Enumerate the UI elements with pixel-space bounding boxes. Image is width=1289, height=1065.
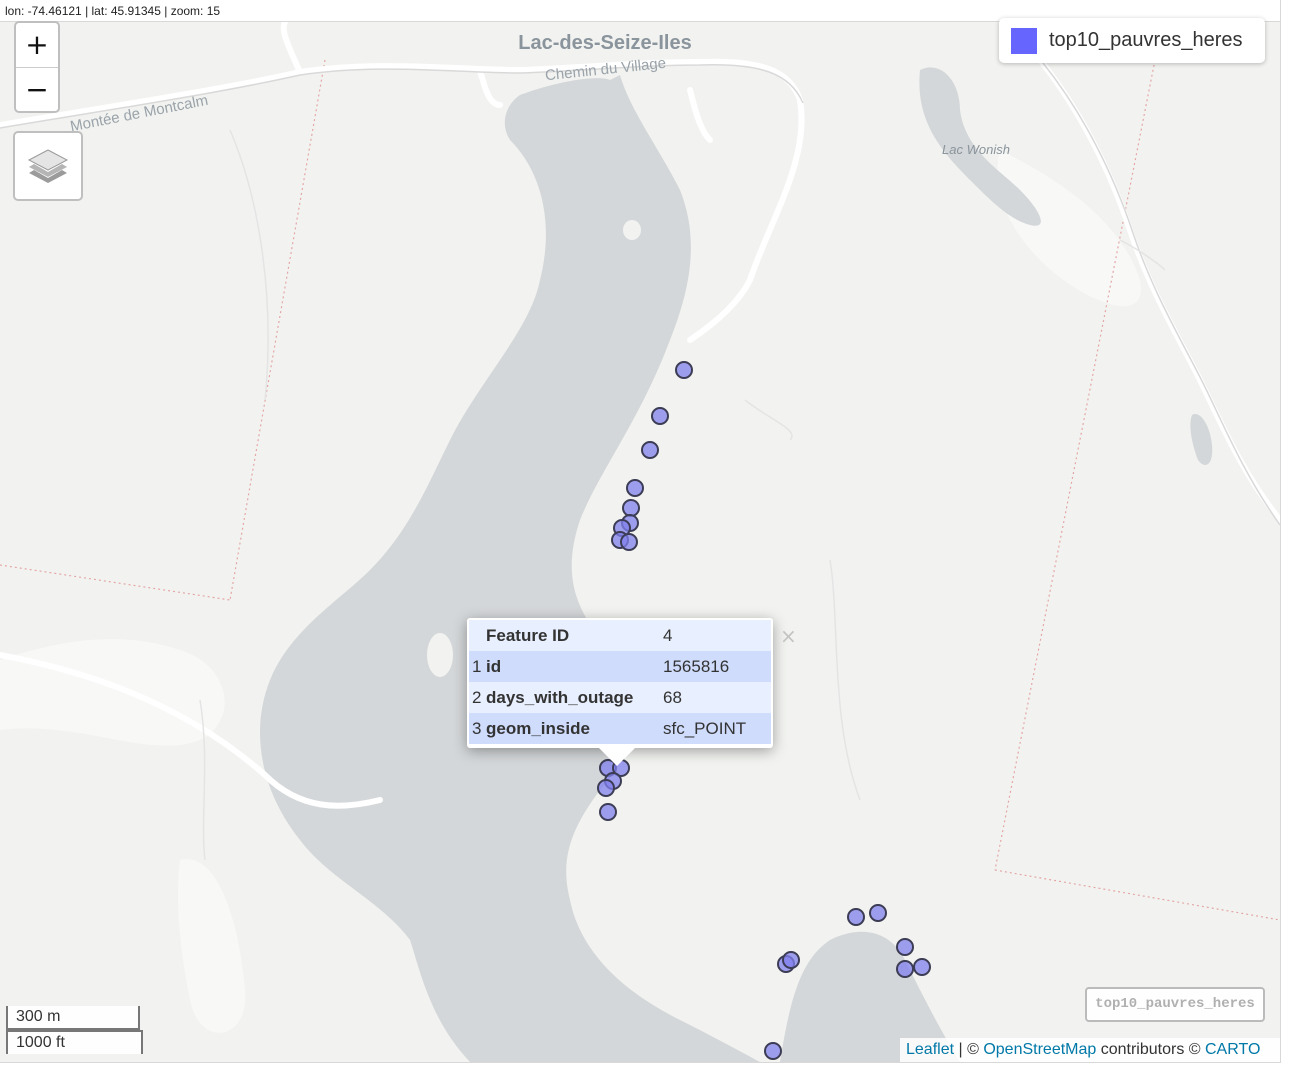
popup-row-index: 3	[472, 718, 482, 738]
popup-header-row: Feature ID 4	[469, 620, 771, 651]
legend-swatch	[1011, 28, 1037, 54]
point-marker[interactable]	[641, 441, 659, 459]
zoom-control: + −	[14, 21, 60, 113]
layers-icon	[27, 149, 69, 183]
zoom-in-button[interactable]: +	[16, 23, 58, 67]
popup-row-value: sfc_POINT	[663, 718, 747, 738]
popup-row-index: 2	[472, 687, 482, 707]
popup-row-index: 1	[472, 656, 482, 676]
popup-row-value: 68	[663, 687, 682, 707]
popup-header-value: 4	[663, 625, 673, 645]
popup-header-key: Feature ID	[486, 625, 570, 645]
island	[623, 220, 641, 240]
point-marker[interactable]	[896, 960, 914, 978]
popup-row-key: geom_inside	[486, 718, 590, 738]
popup-tip	[597, 746, 637, 766]
leaflet-link[interactable]: Leaflet	[906, 1041, 954, 1058]
point-marker[interactable]	[651, 407, 669, 425]
popup-table: Feature ID 4 1 id 1565816 2 days_with_ou…	[469, 620, 771, 744]
popup-row: 1 id 1565816	[469, 651, 771, 682]
point-marker[interactable]	[913, 958, 931, 976]
point-marker[interactable]	[847, 908, 865, 926]
point-marker[interactable]	[620, 533, 638, 551]
legend: top10_pauvres_heres	[999, 18, 1265, 63]
point-marker[interactable]	[599, 803, 617, 821]
popup-close-icon[interactable]: ×	[780, 624, 797, 648]
popup-row: 2 days_with_outage 68	[469, 682, 771, 713]
point-marker[interactable]	[622, 499, 640, 517]
attribution: Leaflet | © OpenStreetMap contributors ©…	[900, 1038, 1280, 1062]
zoom-out-button[interactable]: −	[16, 67, 58, 112]
attribution-mid: contributors ©	[1096, 1041, 1205, 1058]
layers-control-button[interactable]	[13, 131, 83, 201]
scale-bar-metric: 300 m	[6, 1006, 140, 1030]
map-container[interactable]: Lac-des-Seize-Iles Chemin du Village Mon…	[0, 0, 1281, 1063]
map-label-lake-wonish: Lac Wonish	[942, 142, 1010, 157]
point-marker[interactable]	[626, 479, 644, 497]
point-marker[interactable]	[896, 938, 914, 956]
point-marker[interactable]	[869, 904, 887, 922]
popup-row: 3 geom_inside sfc_POINT	[469, 713, 771, 744]
popup-row-key: id	[486, 656, 502, 676]
legend-label: top10_pauvres_heres	[1049, 29, 1243, 51]
popup-row-value: 1565816	[663, 656, 730, 676]
point-marker[interactable]	[764, 1042, 782, 1060]
point-marker[interactable]	[782, 951, 800, 969]
popup-row-key: days_with_outage	[486, 687, 634, 707]
point-marker[interactable]	[597, 779, 615, 797]
attribution-sep: | ©	[954, 1041, 984, 1058]
island	[427, 633, 453, 677]
map-label-town: Lac-des-Seize-Iles	[518, 32, 691, 54]
layer-name-badge: top10_pauvres_heres	[1085, 987, 1265, 1022]
feature-popup: Feature ID 4 1 id 1565816 2 days_with_ou…	[467, 618, 773, 748]
point-marker[interactable]	[675, 361, 693, 379]
basemap[interactable]: Lac-des-Seize-Iles Chemin du Village Mon…	[0, 0, 1280, 1062]
carto-link[interactable]: CARTO	[1205, 1041, 1260, 1058]
scale-bar-imperial: 1000 ft	[6, 1030, 143, 1054]
openstreetmap-link[interactable]: OpenStreetMap	[983, 1041, 1096, 1058]
